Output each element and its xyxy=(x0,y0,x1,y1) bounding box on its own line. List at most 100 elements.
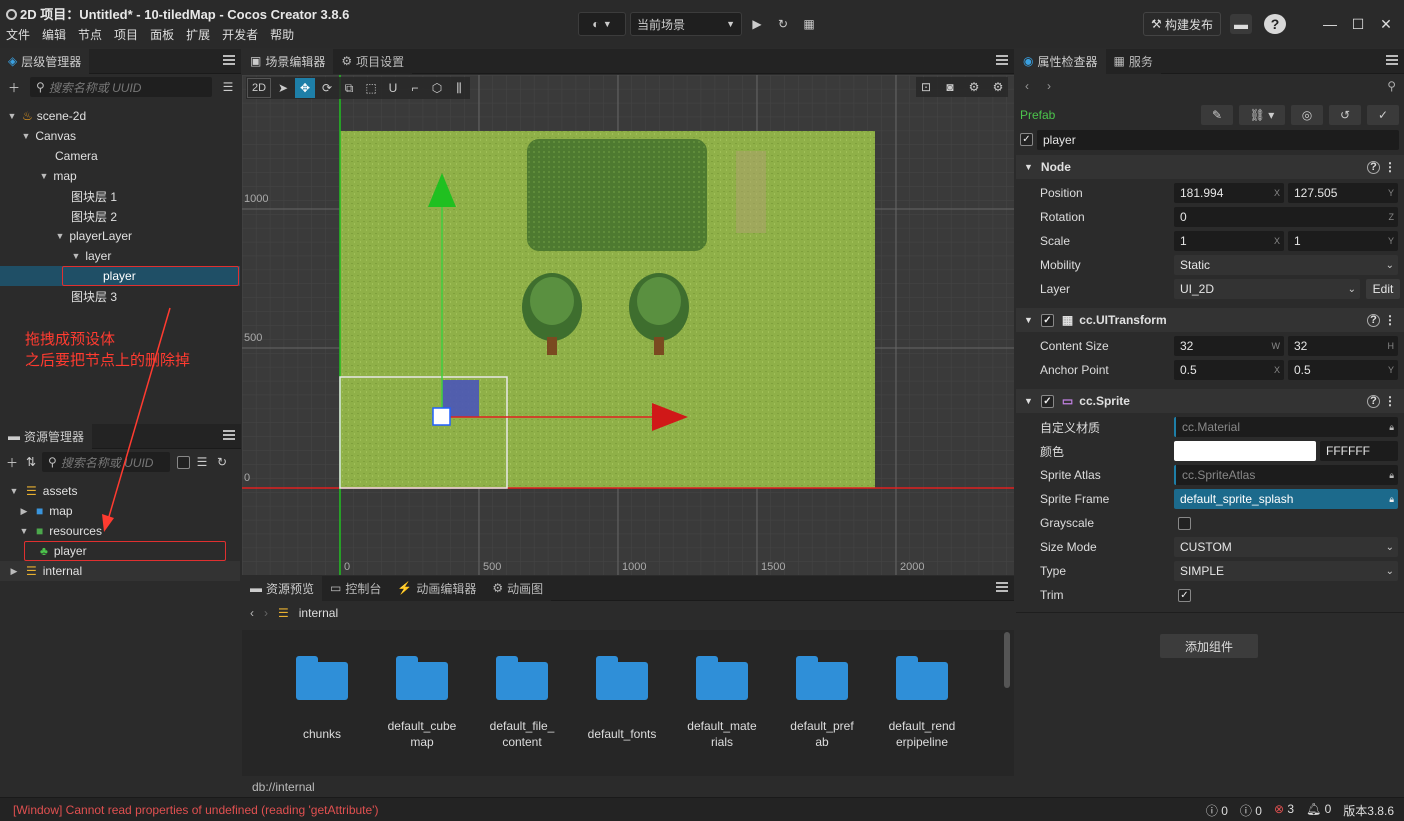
asset-player-prefab[interactable]: ♣ player xyxy=(0,541,240,561)
anchor-x-input[interactable]: 0.5 X xyxy=(1174,360,1284,380)
forward-icon[interactable]: › xyxy=(264,606,268,620)
refresh-assets-button[interactable]: ↻ xyxy=(214,452,230,472)
sprite-frame-field[interactable]: default_sprite_splash 🔒︎ xyxy=(1174,489,1398,509)
filter-checkbox[interactable] xyxy=(177,455,190,469)
assets-search-input[interactable]: ⚲ 搜索名称或 UUID xyxy=(42,452,170,472)
tree-node-tile-layer-2[interactable]: 图块层 2 xyxy=(0,206,240,226)
panel-menu-icon[interactable] xyxy=(223,430,235,440)
asset-map[interactable]: ▶ ■ map xyxy=(0,501,240,521)
help-icon[interactable]: ? xyxy=(1367,160,1380,174)
select-tool[interactable]: ➤ xyxy=(273,78,293,98)
2d-toggle[interactable]: 2D xyxy=(247,78,271,98)
tree-node-layer[interactable]: ▼ layer xyxy=(0,246,240,266)
scale-x-input[interactable]: 1X xyxy=(1174,231,1284,251)
collapse-button[interactable]: ☰ xyxy=(193,452,211,472)
pin-icon[interactable]: ⚲ xyxy=(1387,79,1396,93)
sprite-atlas-field[interactable]: cc.SpriteAtlas 🔒︎ xyxy=(1174,465,1398,485)
folder-default-cube-map[interactable]: default_cube map xyxy=(382,656,462,750)
tab-animation-graph[interactable]: ⚙ 动画图 xyxy=(484,575,552,601)
sort-button[interactable]: ⇅ xyxy=(23,452,39,472)
rect-tool[interactable]: ⬚ xyxy=(361,78,381,98)
uitransform-enabled-checkbox[interactable]: ✓ xyxy=(1040,313,1054,327)
tree-node-scene[interactable]: ▼ ♨ scene-2d xyxy=(0,106,240,126)
camera-button[interactable]: ◙ xyxy=(940,77,960,97)
folder-default-renderpipeline[interactable]: default_rend erpipeline xyxy=(882,656,962,750)
menu-project[interactable]: 项目 xyxy=(114,26,138,43)
custom-material-field[interactable]: cc.Material 🔒︎ xyxy=(1174,417,1398,437)
anchor-y-input[interactable]: 0.5 Y xyxy=(1288,360,1398,380)
content-height-input[interactable]: 32 H xyxy=(1288,336,1398,356)
tab-asset-preview[interactable]: ▬ 资源预览 xyxy=(242,575,323,601)
notification-counter[interactable]: 🔔︎ 0 xyxy=(1306,802,1331,819)
transform-local-tool[interactable]: ⌐ xyxy=(405,78,425,98)
collapse-all-button[interactable]: ☰ xyxy=(218,77,238,97)
info-counter[interactable]: ⓘ 0 xyxy=(1206,802,1228,819)
folder-chunks[interactable]: chunks xyxy=(282,656,362,742)
tab-console[interactable]: ▭ 控制台 xyxy=(322,575,390,601)
layer-select[interactable]: UI_2D ⌄ xyxy=(1174,279,1360,299)
tab-hierarchy[interactable]: ◈ 层级管理器 xyxy=(0,48,90,74)
trim-checkbox[interactable]: ✓ xyxy=(1178,588,1191,602)
folder-default-file-content[interactable]: default_file_ content xyxy=(482,656,562,750)
panel-menu-icon[interactable] xyxy=(1386,55,1398,65)
sprite-section-header[interactable]: ▼ ✓ ▭ cc.Sprite ? ⋮ xyxy=(1016,389,1404,413)
sprite-enabled-checkbox[interactable]: ✓ xyxy=(1040,394,1054,408)
scale-y-input[interactable]: 1Y xyxy=(1288,231,1398,251)
tree-node-tile-layer-1[interactable]: 图块层 1 xyxy=(0,186,240,206)
tab-inspector[interactable]: ◉ 属性检查器 xyxy=(1015,48,1106,74)
gizmo-button[interactable]: ⊡ xyxy=(916,77,936,97)
tab-project-settings[interactable]: ⚙ 项目设置 xyxy=(333,48,413,74)
move-gizmo-handle[interactable] xyxy=(432,407,451,426)
uitransform-section-header[interactable]: ▼ ✓ ▦ cc.UITransform ? ⋮ xyxy=(1016,308,1404,332)
color-hex-input[interactable]: FFFFFF xyxy=(1320,441,1398,461)
folder-button[interactable]: ▬ xyxy=(1230,14,1252,34)
move-tool[interactable]: ✥ xyxy=(295,78,315,98)
tree-node-canvas[interactable]: ▼ Canvas xyxy=(0,126,240,146)
more-icon[interactable]: ⋮ xyxy=(1384,160,1396,174)
folder-default-materials[interactable]: default_mate rials xyxy=(682,656,762,750)
tree-node-tile-layer-3[interactable]: 图块层 3 xyxy=(0,286,240,306)
hierarchy-search-input[interactable]: ⚲ 搜索名称或 UUID xyxy=(30,77,212,97)
folder-default-fonts[interactable]: default_fonts xyxy=(582,656,662,742)
content-width-input[interactable]: 32 W xyxy=(1174,336,1284,356)
help-button[interactable]: ? xyxy=(1264,14,1286,34)
tree-node-player-selected[interactable]: player xyxy=(0,266,240,286)
tree-node-player-layer[interactable]: ▼ playerLayer xyxy=(0,226,240,246)
build-button[interactable]: ⚒ 构建发布 xyxy=(1143,12,1221,36)
node-name-input[interactable]: player xyxy=(1037,130,1399,150)
more-icon[interactable]: ⋮ xyxy=(1384,394,1396,408)
node-section-header[interactable]: ▼ Node ? ⋮ xyxy=(1016,155,1404,179)
menu-extension[interactable]: 扩展 xyxy=(186,26,210,43)
maximize-button[interactable]: ☐ xyxy=(1348,14,1368,34)
scale-tool[interactable]: ⧉ xyxy=(339,78,359,98)
panel-menu-icon[interactable] xyxy=(996,55,1008,65)
tab-animation-editor[interactable]: ⚡ 动画编辑器 xyxy=(389,575,485,601)
position-x-input[interactable]: 181.994 X xyxy=(1174,183,1284,203)
mobility-select[interactable]: Static ⌄ xyxy=(1174,255,1398,275)
refresh-button[interactable]: ↻ xyxy=(772,12,794,36)
menu-file[interactable]: 文件 xyxy=(6,26,30,43)
node-active-checkbox[interactable]: ✓ xyxy=(1020,133,1033,146)
asset-resources[interactable]: ▼ ■ resources xyxy=(0,521,240,541)
preview-platform-select[interactable]: ◐ ▼ xyxy=(578,12,626,36)
prefab-revert-button[interactable]: ↺ xyxy=(1329,105,1361,125)
more-icon[interactable]: ⋮ xyxy=(1384,313,1396,327)
position-y-input[interactable]: 127.505 Y xyxy=(1288,183,1398,203)
color-swatch[interactable] xyxy=(1174,441,1316,461)
status-error-message[interactable]: [Window] Cannot read properties of undef… xyxy=(13,803,378,817)
prefab-link-button[interactable]: ⛓ ▾ xyxy=(1239,105,1285,125)
grayscale-checkbox[interactable] xyxy=(1178,516,1191,530)
back-icon[interactable]: ‹ xyxy=(250,606,254,620)
help-icon[interactable]: ? xyxy=(1367,313,1380,327)
play-button[interactable]: ▶ xyxy=(746,12,768,36)
help-icon[interactable]: ? xyxy=(1367,394,1380,408)
layer-edit-button[interactable]: Edit xyxy=(1366,279,1400,299)
menu-node[interactable]: 节点 xyxy=(78,26,102,43)
align-tool[interactable]: ⫼ xyxy=(449,78,469,98)
close-button[interactable]: ✕ xyxy=(1376,14,1396,34)
back-icon[interactable]: ‹ xyxy=(1025,79,1029,93)
tree-node-map[interactable]: ▼ map xyxy=(0,166,240,186)
panel-menu-icon[interactable] xyxy=(223,55,235,65)
panel-menu-icon[interactable] xyxy=(996,582,1008,592)
tab-scene-editor[interactable]: ▣ 场景编辑器 xyxy=(242,48,334,74)
